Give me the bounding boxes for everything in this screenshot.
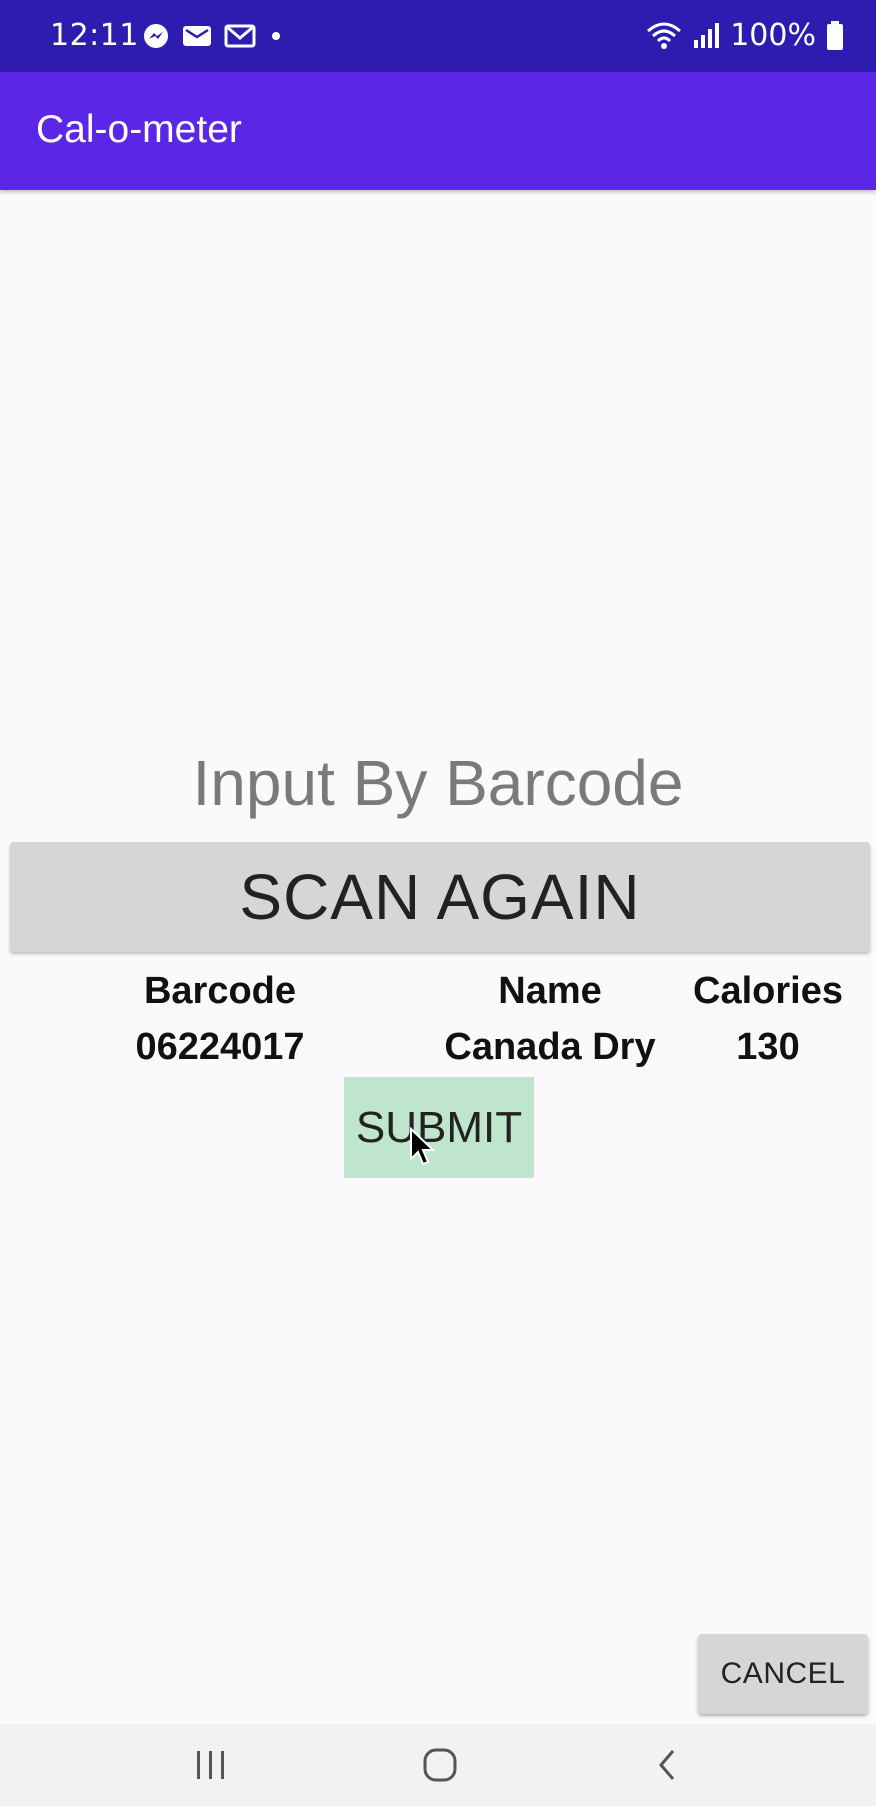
barcode-value: 06224017 xyxy=(135,1026,305,1068)
gmail-icon xyxy=(224,24,256,48)
mail-icon xyxy=(183,26,211,46)
wifi-icon xyxy=(647,22,682,49)
recent-apps-button[interactable] xyxy=(151,1724,271,1806)
calories-header: Calories xyxy=(693,970,843,1012)
page-heading: Input By Barcode xyxy=(192,747,684,819)
status-time: 12:11 xyxy=(50,18,139,53)
app-title: Cal-o-meter xyxy=(36,108,242,151)
battery-percent: 100% xyxy=(730,18,816,53)
name-header: Name xyxy=(498,970,602,1012)
name-value: Canada Dry xyxy=(444,1026,656,1068)
scan-again-button[interactable]: SCAN AGAIN xyxy=(10,842,870,952)
mouse-cursor-icon xyxy=(410,1127,435,1166)
battery-icon xyxy=(827,20,843,50)
back-icon xyxy=(659,1750,675,1780)
dot-icon xyxy=(272,32,280,40)
app-screen: 12:11 100% Cal-o-meter Input By Barcode … xyxy=(0,0,876,1806)
back-button[interactable] xyxy=(608,1724,728,1806)
app-bar: Cal-o-meter xyxy=(0,72,876,190)
messenger-icon xyxy=(144,24,168,48)
signal-icon xyxy=(694,22,720,48)
cancel-button[interactable]: CANCEL xyxy=(698,1634,868,1714)
home-icon xyxy=(423,1748,457,1782)
calories-value: 130 xyxy=(736,1026,800,1068)
notification-icons xyxy=(142,22,284,50)
submit-button[interactable]: SUBMIT xyxy=(344,1077,534,1178)
navigation-bar xyxy=(0,1724,876,1806)
recent-apps-icon xyxy=(197,1751,224,1779)
status-bar: 12:11 100% xyxy=(0,0,876,72)
system-status: 100% xyxy=(646,18,844,53)
home-button[interactable] xyxy=(380,1724,500,1806)
barcode-header: Barcode xyxy=(143,970,297,1012)
